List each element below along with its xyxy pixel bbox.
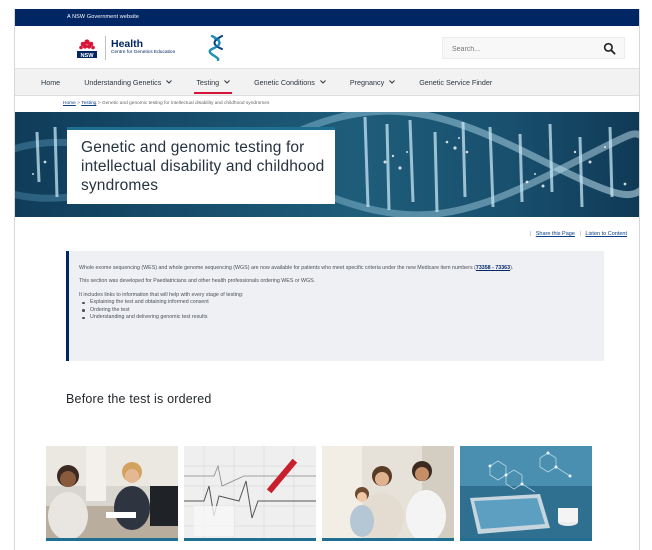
dna-helix-icon: [208, 35, 223, 61]
card-image-laptop-molecules: [460, 446, 592, 541]
page-title: Genetic and genomic testing for intellec…: [81, 139, 325, 194]
nav-label: Pregnancy: [349, 77, 385, 87]
share-links: | Share this Page | Listen to Content: [527, 231, 627, 237]
card-accent-bar: [46, 538, 178, 541]
callout-text: Whole exome sequencing (WES) and whole g…: [79, 265, 476, 271]
card-accent-bar: [184, 538, 316, 541]
callout-paragraph-1: Whole exome sequencing (WES) and whole g…: [79, 265, 604, 272]
site-logo[interactable]: Health Centre for Genetics Education: [111, 39, 175, 56]
hero-banner: Genetic and genomic testing for intellec…: [15, 112, 639, 217]
list-item: Explaining the test and obtaining inform…: [79, 299, 604, 306]
testing-stages-list: Explaining the test and obtaining inform…: [79, 299, 604, 321]
card-accent-bar: [322, 538, 454, 541]
nav-label: Genetic Conditions: [254, 77, 315, 87]
site-header: NSW Health Centre for Genetics Education: [15, 26, 639, 69]
nav-label: Home: [41, 77, 61, 87]
chevron-down-icon: [389, 80, 396, 84]
card-image-family: [322, 446, 454, 541]
card-image-consultation: [46, 446, 178, 541]
nav-label: Understanding Genetics: [84, 77, 162, 87]
nav-item-understanding-genetics[interactable]: Understanding Genetics: [84, 69, 173, 96]
gov-banner-text: A NSW Government website: [67, 14, 140, 20]
main-nav: Home Understanding Genetics Testing Gene…: [15, 69, 639, 96]
callout-paragraph-2: This section was developed for Paediatri…: [79, 278, 316, 285]
section-heading: Before the test is ordered: [66, 392, 212, 406]
hero-title-box: Genetic and genomic testing for intellec…: [67, 127, 335, 204]
logo-nsw-text: NSW: [80, 53, 94, 59]
listen-content-link[interactable]: Listen to Content: [585, 231, 627, 237]
share-separator: |: [529, 231, 532, 237]
nav-item-genetic-conditions[interactable]: Genetic Conditions: [254, 69, 326, 96]
nsw-waratah-logo[interactable]: NSW: [75, 36, 99, 60]
search-icon[interactable]: [603, 42, 616, 55]
logo-divider: [105, 36, 106, 60]
card-ordering[interactable]: [184, 446, 316, 541]
nav-item-home[interactable]: Home: [41, 69, 60, 96]
breadcrumb-home-link[interactable]: Home: [63, 101, 76, 106]
nav-item-pregnancy[interactable]: Pregnancy: [349, 69, 396, 96]
card-accent-bar: [460, 538, 592, 541]
nav-label: Testing: [196, 77, 220, 87]
breadcrumb-separator: >: [77, 101, 80, 106]
nav-item-testing[interactable]: Testing: [194, 69, 232, 96]
card-results[interactable]: [322, 446, 454, 541]
card-row: [46, 446, 592, 541]
logo-subtitle: Centre for Genetics Education: [111, 50, 176, 55]
medicare-item-link-73358[interactable]: 73358: [476, 265, 491, 271]
callout-paragraph-3: It includes links to information that wi…: [79, 291, 244, 298]
share-page-link[interactable]: Share this Page: [536, 231, 575, 237]
logo-title: Health: [111, 38, 144, 50]
share-separator: |: [579, 231, 581, 237]
list-item: Ordering the test: [79, 307, 604, 314]
gov-banner: A NSW Government website: [15, 9, 639, 26]
list-item: Understanding and delivering genomic tes…: [79, 314, 604, 321]
chevron-down-icon: [224, 80, 230, 84]
breadcrumb-current: Genetic and genomic testing for intellec…: [101, 101, 270, 106]
breadcrumb-testing-link[interactable]: Testing: [81, 101, 96, 106]
nav-label: Genetic Service Finder: [419, 77, 493, 87]
medicare-item-link-73363[interactable]: 73363: [495, 265, 510, 271]
chevron-down-icon: [319, 80, 326, 84]
card-genomics-tech[interactable]: [460, 446, 592, 541]
card-consent[interactable]: [46, 446, 178, 541]
breadcrumb: Home > Testing > Genetic and genomic tes…: [15, 96, 639, 112]
callout-text: ).: [510, 265, 514, 271]
search-input[interactable]: [443, 39, 593, 60]
card-image-ecg-paper: [184, 446, 316, 541]
chevron-down-icon: [166, 80, 173, 84]
nav-item-genetic-service-finder[interactable]: Genetic Service Finder: [419, 69, 492, 96]
share-row: | Share this Page | Listen to Content: [15, 217, 639, 251]
breadcrumb-separator: >: [97, 101, 101, 106]
intro-callout: Whole exome sequencing (WES) and whole g…: [66, 251, 604, 361]
search-box: [442, 37, 625, 60]
